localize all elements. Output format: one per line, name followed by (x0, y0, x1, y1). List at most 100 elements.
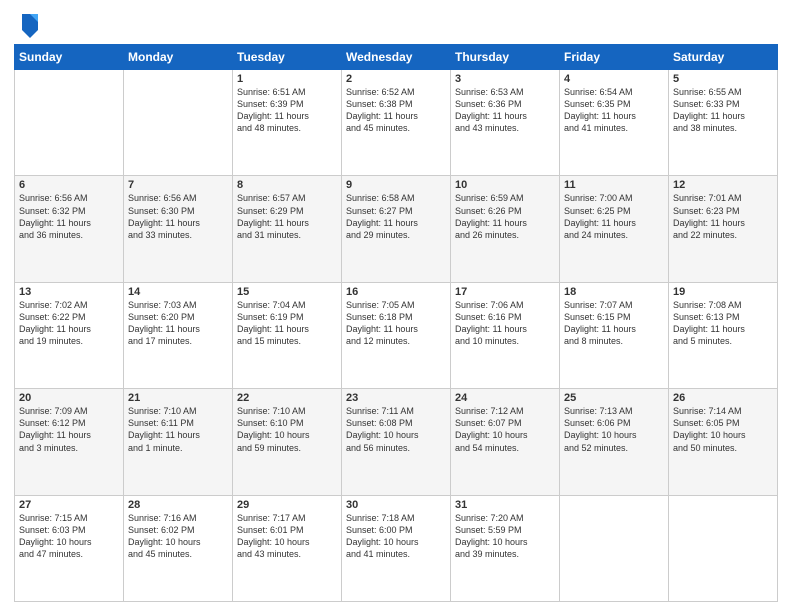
calendar-cell: 20Sunrise: 7:09 AM Sunset: 6:12 PM Dayli… (15, 389, 124, 495)
day-info: Sunrise: 6:59 AM Sunset: 6:26 PM Dayligh… (455, 192, 555, 241)
calendar-cell: 10Sunrise: 6:59 AM Sunset: 6:26 PM Dayli… (451, 176, 560, 282)
day-number: 10 (455, 179, 555, 191)
calendar-cell: 16Sunrise: 7:05 AM Sunset: 6:18 PM Dayli… (342, 282, 451, 388)
day-info: Sunrise: 7:04 AM Sunset: 6:19 PM Dayligh… (237, 299, 337, 348)
day-info: Sunrise: 6:53 AM Sunset: 6:36 PM Dayligh… (455, 86, 555, 135)
calendar-cell: 14Sunrise: 7:03 AM Sunset: 6:20 PM Dayli… (124, 282, 233, 388)
day-number: 13 (19, 286, 119, 298)
day-info: Sunrise: 6:55 AM Sunset: 6:33 PM Dayligh… (673, 86, 773, 135)
calendar-cell: 22Sunrise: 7:10 AM Sunset: 6:10 PM Dayli… (233, 389, 342, 495)
calendar-cell (15, 70, 124, 176)
calendar-cell: 11Sunrise: 7:00 AM Sunset: 6:25 PM Dayli… (560, 176, 669, 282)
day-number: 18 (564, 286, 664, 298)
calendar-week-row: 13Sunrise: 7:02 AM Sunset: 6:22 PM Dayli… (15, 282, 778, 388)
day-number: 29 (237, 499, 337, 511)
calendar-cell (560, 495, 669, 601)
calendar-cell: 5Sunrise: 6:55 AM Sunset: 6:33 PM Daylig… (669, 70, 778, 176)
day-info: Sunrise: 6:56 AM Sunset: 6:30 PM Dayligh… (128, 192, 228, 241)
day-number: 19 (673, 286, 773, 298)
day-number: 1 (237, 73, 337, 85)
weekday-header: Thursday (451, 45, 560, 70)
day-number: 12 (673, 179, 773, 191)
calendar-cell: 24Sunrise: 7:12 AM Sunset: 6:07 PM Dayli… (451, 389, 560, 495)
calendar-cell: 2Sunrise: 6:52 AM Sunset: 6:38 PM Daylig… (342, 70, 451, 176)
day-info: Sunrise: 7:07 AM Sunset: 6:15 PM Dayligh… (564, 299, 664, 348)
day-info: Sunrise: 6:57 AM Sunset: 6:29 PM Dayligh… (237, 192, 337, 241)
day-info: Sunrise: 6:54 AM Sunset: 6:35 PM Dayligh… (564, 86, 664, 135)
day-number: 2 (346, 73, 446, 85)
calendar-week-row: 1Sunrise: 6:51 AM Sunset: 6:39 PM Daylig… (15, 70, 778, 176)
day-info: Sunrise: 7:06 AM Sunset: 6:16 PM Dayligh… (455, 299, 555, 348)
calendar-cell: 1Sunrise: 6:51 AM Sunset: 6:39 PM Daylig… (233, 70, 342, 176)
day-info: Sunrise: 7:20 AM Sunset: 5:59 PM Dayligh… (455, 512, 555, 561)
day-info: Sunrise: 7:13 AM Sunset: 6:06 PM Dayligh… (564, 405, 664, 454)
calendar-cell: 21Sunrise: 7:10 AM Sunset: 6:11 PM Dayli… (124, 389, 233, 495)
calendar-cell: 28Sunrise: 7:16 AM Sunset: 6:02 PM Dayli… (124, 495, 233, 601)
day-number: 24 (455, 392, 555, 404)
calendar-cell (669, 495, 778, 601)
day-number: 28 (128, 499, 228, 511)
calendar-cell: 17Sunrise: 7:06 AM Sunset: 6:16 PM Dayli… (451, 282, 560, 388)
calendar-cell: 31Sunrise: 7:20 AM Sunset: 5:59 PM Dayli… (451, 495, 560, 601)
calendar-cell: 6Sunrise: 6:56 AM Sunset: 6:32 PM Daylig… (15, 176, 124, 282)
weekday-header: Monday (124, 45, 233, 70)
day-number: 27 (19, 499, 119, 511)
day-number: 21 (128, 392, 228, 404)
day-info: Sunrise: 7:15 AM Sunset: 6:03 PM Dayligh… (19, 512, 119, 561)
day-info: Sunrise: 7:11 AM Sunset: 6:08 PM Dayligh… (346, 405, 446, 454)
calendar-cell: 30Sunrise: 7:18 AM Sunset: 6:00 PM Dayli… (342, 495, 451, 601)
page: SundayMondayTuesdayWednesdayThursdayFrid… (0, 0, 792, 612)
weekday-header: Sunday (15, 45, 124, 70)
day-number: 31 (455, 499, 555, 511)
calendar-cell: 15Sunrise: 7:04 AM Sunset: 6:19 PM Dayli… (233, 282, 342, 388)
day-info: Sunrise: 7:08 AM Sunset: 6:13 PM Dayligh… (673, 299, 773, 348)
calendar-cell: 23Sunrise: 7:11 AM Sunset: 6:08 PM Dayli… (342, 389, 451, 495)
day-info: Sunrise: 6:56 AM Sunset: 6:32 PM Dayligh… (19, 192, 119, 241)
calendar-cell: 12Sunrise: 7:01 AM Sunset: 6:23 PM Dayli… (669, 176, 778, 282)
day-number: 16 (346, 286, 446, 298)
day-info: Sunrise: 7:14 AM Sunset: 6:05 PM Dayligh… (673, 405, 773, 454)
day-info: Sunrise: 7:18 AM Sunset: 6:00 PM Dayligh… (346, 512, 446, 561)
day-number: 4 (564, 73, 664, 85)
calendar-cell: 9Sunrise: 6:58 AM Sunset: 6:27 PM Daylig… (342, 176, 451, 282)
day-info: Sunrise: 6:51 AM Sunset: 6:39 PM Dayligh… (237, 86, 337, 135)
day-info: Sunrise: 7:10 AM Sunset: 6:11 PM Dayligh… (128, 405, 228, 454)
day-number: 8 (237, 179, 337, 191)
day-info: Sunrise: 7:03 AM Sunset: 6:20 PM Dayligh… (128, 299, 228, 348)
weekday-header: Friday (560, 45, 669, 70)
day-info: Sunrise: 7:10 AM Sunset: 6:10 PM Dayligh… (237, 405, 337, 454)
day-number: 9 (346, 179, 446, 191)
calendar-cell: 18Sunrise: 7:07 AM Sunset: 6:15 PM Dayli… (560, 282, 669, 388)
calendar-cell: 27Sunrise: 7:15 AM Sunset: 6:03 PM Dayli… (15, 495, 124, 601)
day-info: Sunrise: 7:16 AM Sunset: 6:02 PM Dayligh… (128, 512, 228, 561)
calendar-cell: 26Sunrise: 7:14 AM Sunset: 6:05 PM Dayli… (669, 389, 778, 495)
calendar-cell: 3Sunrise: 6:53 AM Sunset: 6:36 PM Daylig… (451, 70, 560, 176)
calendar-cell: 25Sunrise: 7:13 AM Sunset: 6:06 PM Dayli… (560, 389, 669, 495)
day-number: 7 (128, 179, 228, 191)
day-info: Sunrise: 7:00 AM Sunset: 6:25 PM Dayligh… (564, 192, 664, 241)
logo (14, 10, 42, 38)
calendar-cell (124, 70, 233, 176)
day-number: 22 (237, 392, 337, 404)
day-info: Sunrise: 7:12 AM Sunset: 6:07 PM Dayligh… (455, 405, 555, 454)
weekday-header: Saturday (669, 45, 778, 70)
day-info: Sunrise: 7:05 AM Sunset: 6:18 PM Dayligh… (346, 299, 446, 348)
calendar-cell: 4Sunrise: 6:54 AM Sunset: 6:35 PM Daylig… (560, 70, 669, 176)
day-info: Sunrise: 6:58 AM Sunset: 6:27 PM Dayligh… (346, 192, 446, 241)
calendar-week-row: 20Sunrise: 7:09 AM Sunset: 6:12 PM Dayli… (15, 389, 778, 495)
day-number: 26 (673, 392, 773, 404)
calendar-cell: 19Sunrise: 7:08 AM Sunset: 6:13 PM Dayli… (669, 282, 778, 388)
day-number: 20 (19, 392, 119, 404)
day-info: Sunrise: 7:01 AM Sunset: 6:23 PM Dayligh… (673, 192, 773, 241)
calendar-cell: 13Sunrise: 7:02 AM Sunset: 6:22 PM Dayli… (15, 282, 124, 388)
day-number: 25 (564, 392, 664, 404)
day-number: 6 (19, 179, 119, 191)
calendar-cell: 29Sunrise: 7:17 AM Sunset: 6:01 PM Dayli… (233, 495, 342, 601)
calendar-week-row: 6Sunrise: 6:56 AM Sunset: 6:32 PM Daylig… (15, 176, 778, 282)
calendar-header-row: SundayMondayTuesdayWednesdayThursdayFrid… (15, 45, 778, 70)
day-number: 5 (673, 73, 773, 85)
calendar-week-row: 27Sunrise: 7:15 AM Sunset: 6:03 PM Dayli… (15, 495, 778, 601)
day-number: 14 (128, 286, 228, 298)
day-number: 23 (346, 392, 446, 404)
calendar-table: SundayMondayTuesdayWednesdayThursdayFrid… (14, 44, 778, 602)
